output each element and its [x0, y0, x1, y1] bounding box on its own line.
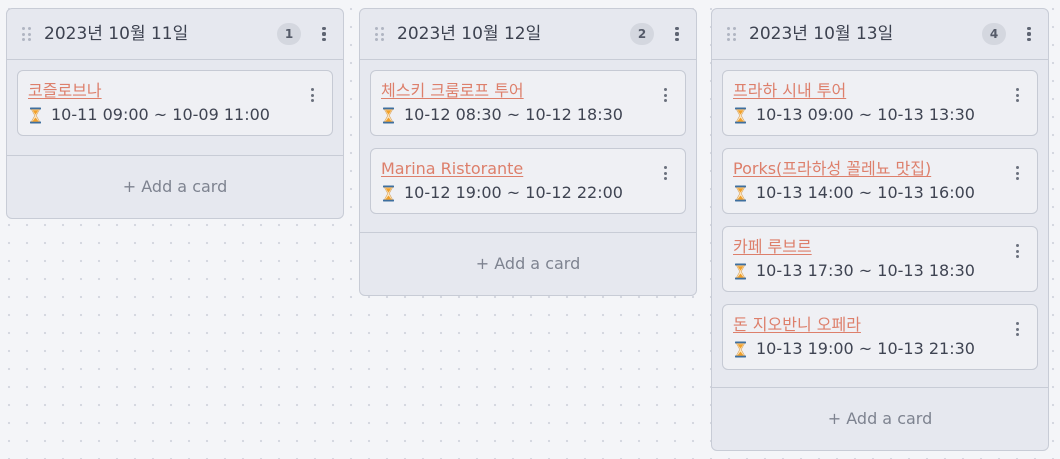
column-2023-10-12: 2023년 10월 12일 2 체스키 크룸로프 투어 10-12 08:30 …: [359, 8, 697, 296]
card-time-text: 10-12 08:30 ~ 10-12 18:30: [404, 105, 623, 124]
kebab-menu-icon: [1011, 83, 1023, 107]
drag-handle-icon[interactable]: [727, 27, 737, 41]
card-time-text: 10-13 19:00 ~ 10-13 21:30: [756, 339, 975, 358]
card-count-badge: 4: [982, 23, 1006, 45]
card-time: 10-13 17:30 ~ 10-13 18:30: [733, 260, 975, 282]
card-time-text: 10-11 09:00 ~ 10-09 11:00: [51, 105, 270, 124]
card-menu-button[interactable]: [306, 83, 318, 107]
card-menu-button[interactable]: [1011, 317, 1023, 341]
card[interactable]: Marina Ristorante 10-12 19:00 ~ 10-12 22…: [370, 148, 686, 214]
drag-handle-icon[interactable]: [375, 27, 385, 41]
card-time: 10-13 14:00 ~ 10-13 16:00: [733, 182, 975, 204]
card-time: 10-13 19:00 ~ 10-13 21:30: [733, 338, 975, 360]
column-title: 2023년 10월 11일: [44, 24, 189, 44]
card-count-badge: 1: [277, 23, 301, 45]
column-menu-button[interactable]: [317, 22, 331, 46]
hourglass-icon: [30, 107, 41, 123]
card-time: 10-12 19:00 ~ 10-12 22:00: [381, 182, 623, 204]
card-title-link[interactable]: Porks(프라하성 꼴레뇨 맛집): [733, 158, 931, 180]
kebab-menu-icon: [659, 83, 671, 107]
card-list: 코즐로브나 10-11 09:00 ~ 10-09 11:00: [7, 60, 343, 136]
card-count-badge: 2: [630, 23, 654, 45]
card[interactable]: 코즐로브나 10-11 09:00 ~ 10-09 11:00: [17, 70, 333, 136]
hourglass-icon: [383, 185, 394, 201]
add-card-button[interactable]: + Add a card: [712, 387, 1048, 450]
card-title-link[interactable]: 프라하 시내 투어: [733, 80, 846, 102]
card-title-link[interactable]: Marina Ristorante: [381, 158, 523, 180]
card-time-text: 10-13 17:30 ~ 10-13 18:30: [756, 261, 975, 280]
card-title-link[interactable]: 코즐로브나: [28, 80, 102, 102]
drag-handle-icon[interactable]: [22, 27, 32, 41]
card-time: 10-13 09:00 ~ 10-13 13:30: [733, 104, 975, 126]
card-menu-button[interactable]: [1011, 239, 1023, 263]
card-list: 체스키 크룸로프 투어 10-12 08:30 ~ 10-12 18:30 Ma…: [360, 60, 696, 214]
kebab-menu-icon: [1011, 161, 1023, 185]
column-header: 2023년 10월 11일 1: [7, 9, 343, 60]
kebab-menu-icon: [306, 83, 318, 107]
card[interactable]: 체스키 크룸로프 투어 10-12 08:30 ~ 10-12 18:30: [370, 70, 686, 136]
card[interactable]: 프라하 시내 투어 10-13 09:00 ~ 10-13 13:30: [722, 70, 1038, 136]
hourglass-icon: [735, 185, 746, 201]
column-header: 2023년 10월 13일 4: [712, 9, 1048, 60]
card-time-text: 10-13 14:00 ~ 10-13 16:00: [756, 183, 975, 202]
card-list: 프라하 시내 투어 10-13 09:00 ~ 10-13 13:30 Pork…: [712, 60, 1048, 370]
card-menu-button[interactable]: [659, 161, 671, 185]
kebab-menu-icon: [1022, 22, 1036, 46]
card-menu-button[interactable]: [1011, 83, 1023, 107]
column-menu-button[interactable]: [1022, 22, 1036, 46]
card-menu-button[interactable]: [659, 83, 671, 107]
card-title-link[interactable]: 돈 지오반니 오페라: [733, 314, 861, 336]
card[interactable]: Porks(프라하성 꼴레뇨 맛집) 10-13 14:00 ~ 10-13 1…: [722, 148, 1038, 214]
card-time: 10-11 09:00 ~ 10-09 11:00: [28, 104, 270, 126]
card-time-text: 10-12 19:00 ~ 10-12 22:00: [404, 183, 623, 202]
card-time: 10-12 08:30 ~ 10-12 18:30: [381, 104, 623, 126]
add-card-button[interactable]: + Add a card: [7, 155, 343, 218]
kebab-menu-icon: [317, 22, 331, 46]
column-2023-10-11: 2023년 10월 11일 1 코즐로브나 10-11 09:00 ~ 10-0…: [6, 8, 344, 219]
card-title-link[interactable]: 카페 루브르: [733, 236, 812, 258]
column-menu-button[interactable]: [670, 22, 684, 46]
kanban-board: 2023년 10월 11일 1 코즐로브나 10-11 09:00 ~ 10-0…: [0, 0, 1060, 459]
kebab-menu-icon: [670, 22, 684, 46]
hourglass-icon: [383, 107, 394, 123]
column-header: 2023년 10월 12일 2: [360, 9, 696, 60]
hourglass-icon: [735, 263, 746, 279]
card-time-text: 10-13 09:00 ~ 10-13 13:30: [756, 105, 975, 124]
column-title: 2023년 10월 12일: [397, 24, 542, 44]
add-card-button[interactable]: + Add a card: [360, 232, 696, 295]
kebab-menu-icon: [1011, 239, 1023, 263]
kebab-menu-icon: [1011, 317, 1023, 341]
card-menu-button[interactable]: [1011, 161, 1023, 185]
hourglass-icon: [735, 107, 746, 123]
column-2023-10-13: 2023년 10월 13일 4 프라하 시내 투어 10-13 09:00 ~ …: [711, 8, 1049, 451]
card-title-link[interactable]: 체스키 크룸로프 투어: [381, 80, 524, 102]
card[interactable]: 카페 루브르 10-13 17:30 ~ 10-13 18:30: [722, 226, 1038, 292]
hourglass-icon: [735, 341, 746, 357]
card[interactable]: 돈 지오반니 오페라 10-13 19:00 ~ 10-13 21:30: [722, 304, 1038, 370]
column-title: 2023년 10월 13일: [749, 24, 894, 44]
kebab-menu-icon: [659, 161, 671, 185]
